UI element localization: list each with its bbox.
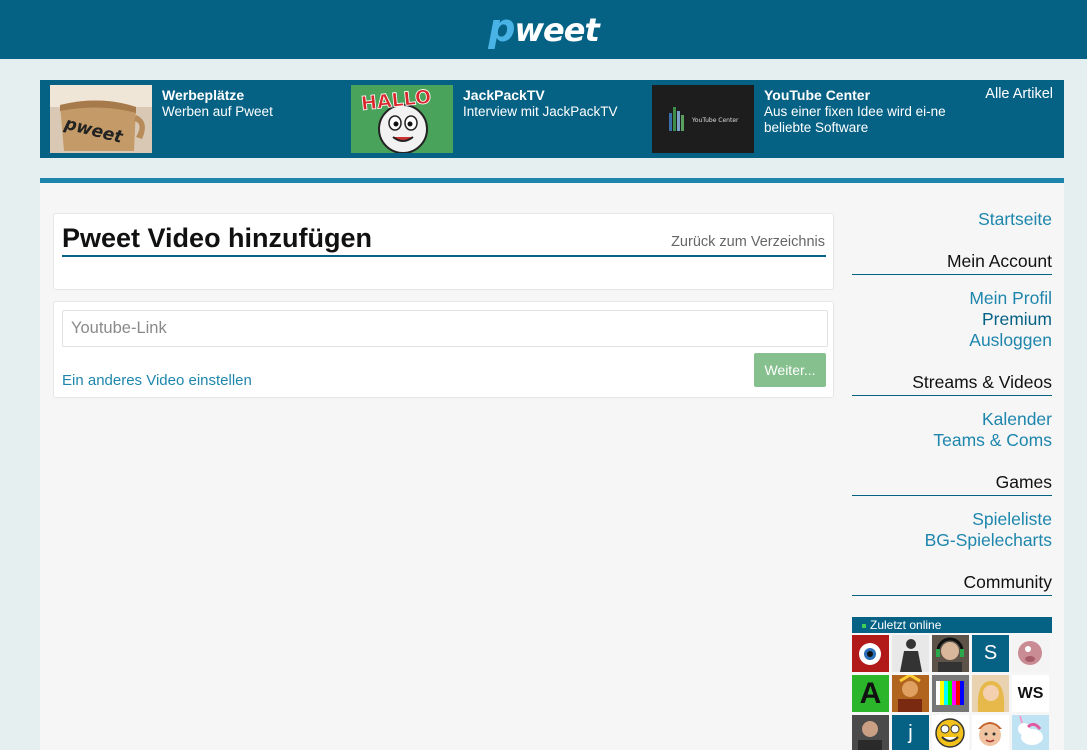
headset-man-avatar[interactable] — [932, 635, 969, 672]
red-eye-avatar[interactable] — [852, 635, 889, 672]
youtube-center-icon: YouTube Center — [652, 85, 754, 153]
sidebar-heading-streams: Streams & Videos — [852, 372, 1052, 396]
hallo-cartoon-icon: HALLO — [351, 85, 453, 153]
logo-rest: weet — [514, 11, 599, 49]
blonde-avatar[interactable] — [972, 675, 1009, 712]
pweet-logo[interactable]: pweet — [0, 6, 1087, 50]
man-avatar[interactable] — [852, 715, 889, 750]
warrior-avatar[interactable] — [892, 675, 929, 712]
all-articles-link[interactable]: Alle Artikel — [985, 86, 1053, 102]
promo-title: JackPackTV — [463, 87, 545, 103]
promo-item-youtube-center[interactable]: YouTube Center YouTube Center Aus einer … — [652, 85, 952, 153]
sidebar-link-startseite[interactable]: Startseite — [978, 209, 1052, 230]
pig-avatar[interactable] — [1012, 635, 1049, 672]
promo-item-jackpacktv[interactable]: HALLO JackPackTV Interview mit JackPackT… — [351, 85, 641, 153]
sidebar-link-ausloggen[interactable]: Ausloggen — [969, 330, 1052, 351]
sidebar-link-premium[interactable]: Premium — [982, 309, 1052, 330]
promo-strip: pweet Werbeplätze Werben auf Pweet HALLO… — [40, 80, 1064, 158]
promo-title: YouTube Center — [764, 87, 871, 103]
main-panel: Pweet Video hinzufügen Zurück zum Verzei… — [40, 178, 1064, 750]
sidebar-link-kalender[interactable]: Kalender — [982, 409, 1052, 430]
sidebar-heading-account: Mein Account — [852, 251, 1052, 275]
online-dot-icon — [862, 623, 866, 628]
promo-subtitle: Interview mit JackPackTV — [463, 104, 618, 119]
top-bar: pweet — [0, 0, 1087, 59]
promo-title: Werbeplätze — [162, 87, 245, 103]
title-card: Pweet Video hinzufügen Zurück zum Verzei… — [53, 213, 834, 290]
cartoon-boy-avatar[interactable] — [972, 715, 1009, 750]
other-video-link[interactable]: Ein anderes Video einstellen — [62, 372, 252, 389]
sidebar-link-mein-profil[interactable]: Mein Profil — [969, 288, 1052, 309]
unicorn-avatar[interactable] — [1012, 715, 1049, 750]
video-form-card: Weiter... Ein anderes Video einstellen — [53, 301, 834, 398]
smiley-avatar[interactable] — [932, 715, 969, 750]
back-to-directory-link[interactable]: Zurück zum Verzeichnis — [671, 234, 825, 250]
page-title: Pweet Video hinzufügen — [62, 223, 373, 253]
ws-logo-avatar[interactable]: WS — [1012, 675, 1049, 712]
boxer-avatar[interactable] — [892, 635, 929, 672]
mug-icon: pweet — [50, 85, 152, 153]
title-divider — [62, 255, 826, 257]
promo-item-werbeplaetze[interactable]: pweet Werbeplätze Werben auf Pweet — [50, 85, 340, 153]
recently-online-bar: Zuletzt online — [852, 617, 1052, 633]
logo-p: p — [488, 6, 515, 50]
letter-avatar[interactable]: j — [892, 715, 929, 750]
sidebar-link-teams-coms[interactable]: Teams & Coms — [933, 430, 1052, 451]
sidebar-heading-games: Games — [852, 472, 1052, 496]
letter-avatar[interactable]: S — [972, 635, 1009, 672]
next-button[interactable]: Weiter... — [754, 353, 826, 387]
sidebar-link-bg-spielecharts[interactable]: BG-Spielecharts — [925, 530, 1052, 551]
testcard-avatar[interactable] — [932, 675, 969, 712]
sidebar-link-spieleliste[interactable]: Spieleliste — [972, 509, 1052, 530]
svg-text:YouTube Center: YouTube Center — [691, 117, 739, 124]
green-a-avatar[interactable]: A — [852, 675, 889, 712]
promo-subtitle: Aus einer fixen Idee wird ei-ne beliebte… — [764, 104, 946, 135]
sidebar-heading-community: Community — [852, 572, 1052, 596]
youtube-link-input[interactable] — [62, 310, 828, 347]
promo-subtitle: Werben auf Pweet — [162, 104, 273, 119]
recently-online-label: Zuletzt online — [870, 618, 942, 632]
